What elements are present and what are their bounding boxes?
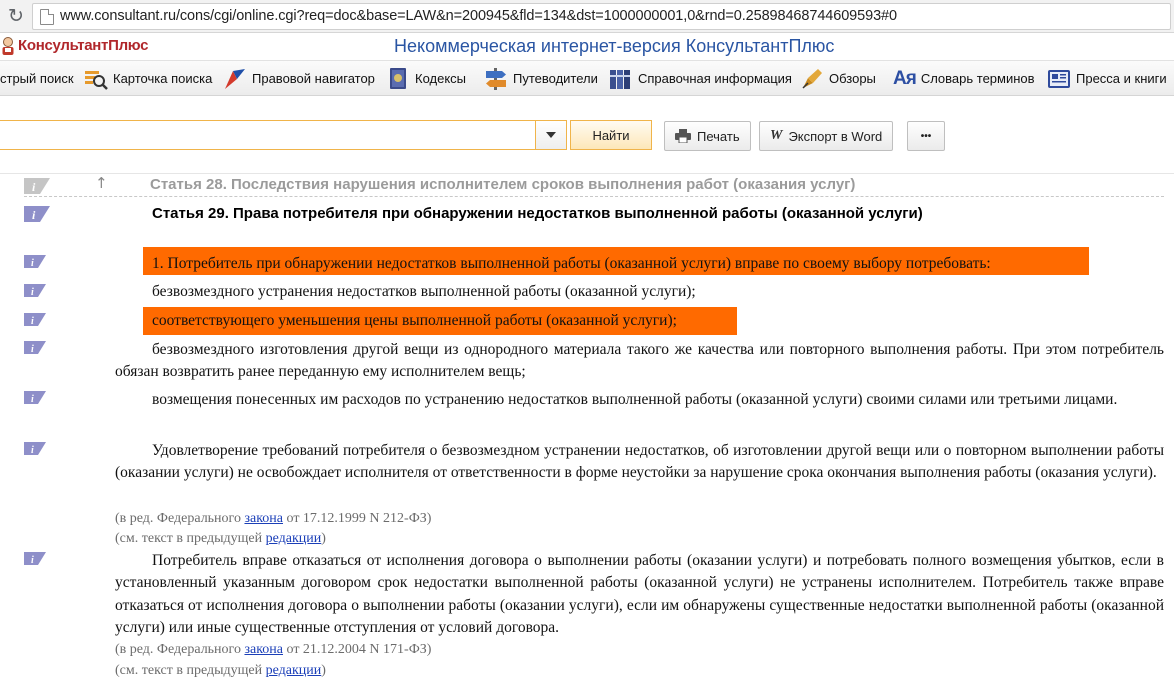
law-link[interactable]: закона — [244, 642, 283, 657]
svg-text:i: i — [31, 258, 34, 268]
nav-item-quick-search[interactable]: стрый поиск — [0, 61, 74, 96]
print-button[interactable]: Печать — [664, 121, 751, 151]
info-marker-icon[interactable]: i — [24, 391, 46, 404]
search-input[interactable] — [0, 120, 535, 150]
edition-note: (в ред. Федерального закона от 21.12.200… — [115, 642, 431, 658]
search-dropdown-button[interactable] — [535, 120, 567, 150]
prev-article-heading[interactable]: Статья 28. Последствия нарушения исполни… — [150, 176, 855, 193]
press-icon — [1048, 69, 1070, 88]
svg-text:i: i — [31, 394, 34, 404]
paragraph: Удовлетворение требований потребителя о … — [115, 442, 1164, 482]
nav-item-label: Пресса и книги — [1076, 71, 1167, 86]
document-content: i ↑ Статья 28. Последствия нарушения исп… — [0, 174, 1174, 682]
reload-icon[interactable]: ↻ — [4, 4, 28, 28]
svg-text:i: i — [31, 344, 34, 354]
search-toolbar: Найти Печать W Экспорт в Word ••• — [0, 97, 1174, 174]
paragraph: возмещения понесенных им расходов по уст… — [152, 391, 1118, 408]
consultant-logo-icon[interactable] — [0, 36, 16, 56]
info-marker-icon[interactable]: i — [24, 552, 46, 565]
info-marker-icon[interactable]: i — [24, 442, 46, 455]
dictionary-icon: Ая — [893, 67, 917, 89]
svg-text:i: i — [31, 287, 34, 297]
nav-item-label: Словарь терминов — [920, 71, 1035, 86]
nav-item-label: Кодексы — [415, 71, 467, 86]
paragraph: Потребитель вправе отказаться от исполне… — [115, 552, 1164, 637]
paragraph: безвозмездного устранения недостатков вы… — [152, 283, 696, 300]
site-title: Некоммерческая интернет-версия Консульта… — [394, 36, 835, 56]
law-link[interactable]: закона — [244, 511, 283, 526]
svg-text:i: i — [31, 316, 34, 326]
find-button[interactable]: Найти — [570, 120, 652, 150]
info-marker-icon[interactable]: i — [24, 341, 46, 354]
article-heading: Статья 29. Права потребителя при обнаруж… — [152, 205, 923, 222]
nav-item-press[interactable]: Пресса и книги — [1047, 61, 1167, 96]
chevron-down-icon — [546, 132, 556, 138]
paragraph: безвозмездного изготовления другой вещи … — [115, 341, 1164, 381]
note-text: от 21.12.2004 N 171-ФЗ) — [283, 642, 432, 657]
info-marker-icon[interactable]: i — [24, 284, 46, 297]
note-text: (см. текст в предыдущей — [115, 531, 266, 546]
url-field[interactable]: www.consultant.ru/cons/cgi/online.cgi?re… — [32, 3, 1171, 30]
edition-note: (см. текст в предыдущей редакции) — [115, 663, 326, 679]
main-nav: стрый поиск Карточка поиска Правовой нав… — [0, 60, 1174, 96]
note-text: (см. текст в предыдущей — [115, 663, 266, 678]
nav-item-label: стрый поиск — [0, 71, 74, 86]
paragraph: соответствующего уменьшения цены выполне… — [152, 312, 677, 329]
reference-icon — [610, 69, 630, 89]
divider — [24, 196, 1164, 197]
reviews-icon — [802, 68, 822, 89]
logo-text[interactable]: КонсультантПлюс — [18, 37, 148, 54]
note-text: ) — [321, 531, 326, 546]
nav-item-label: Обзоры — [829, 71, 876, 86]
paragraph: 1. Потребитель при обнаружении недостатк… — [152, 255, 991, 272]
page-icon — [40, 9, 54, 25]
nav-item-search-card[interactable]: Карточка поиска — [84, 61, 212, 96]
nav-item-reference[interactable]: Справочная информация — [609, 61, 792, 96]
nav-item-reviews[interactable]: Обзоры — [800, 61, 876, 96]
info-marker-icon[interactable]: i — [24, 205, 50, 223]
printer-icon — [675, 129, 691, 143]
nav-item-label: Справочная информация — [638, 71, 792, 86]
nav-item-label: Правовой навигатор — [252, 71, 375, 86]
print-button-label: Печать — [697, 128, 740, 144]
browser-address-bar: ↻ www.consultant.ru/cons/cgi/online.cgi?… — [0, 0, 1174, 33]
more-button[interactable]: ••• — [907, 121, 945, 151]
brand-bar: КонсультантПлюс Некоммерческая интернет-… — [0, 34, 1174, 60]
note-text: ) — [321, 663, 326, 678]
export-word-button[interactable]: W Экспорт в Word — [759, 121, 894, 151]
info-marker-icon[interactable]: i — [24, 313, 46, 326]
note-text: (в ред. Федерального — [115, 642, 245, 657]
edition-note: (в ред. Федерального закона от 17.12.199… — [115, 511, 431, 527]
edition-note: (см. текст в предыдущей редакции) — [115, 531, 326, 547]
export-word-label: Экспорт в Word — [788, 128, 883, 144]
up-arrow-icon[interactable]: ↑ — [95, 174, 108, 192]
info-marker-icon[interactable]: i — [24, 177, 50, 195]
nav-item-label: Путеводители — [513, 71, 598, 86]
note-text: (в ред. Федерального — [115, 511, 245, 526]
search-card-icon — [85, 70, 108, 90]
revision-link[interactable]: редакции — [266, 531, 322, 546]
nav-item-label: Карточка поиска — [113, 71, 213, 86]
nav-item-guides[interactable]: Путеводители — [484, 61, 598, 96]
svg-text:i: i — [31, 445, 34, 455]
word-icon: W — [770, 128, 783, 143]
svg-text:i: i — [31, 555, 34, 565]
legal-navigator-icon — [225, 68, 245, 89]
guides-icon — [486, 67, 506, 90]
nav-item-legal-navigator[interactable]: Правовой навигатор — [223, 61, 375, 96]
nav-item-dictionary[interactable]: Ая Словарь терминов — [893, 61, 1035, 96]
codes-icon — [390, 67, 406, 89]
revision-link[interactable]: редакции — [266, 663, 322, 678]
nav-item-codes[interactable]: Кодексы — [388, 61, 466, 96]
url-text[interactable]: www.consultant.ru/cons/cgi/online.cgi?re… — [60, 8, 897, 24]
info-marker-icon[interactable]: i — [24, 255, 46, 268]
note-text: от 17.12.1999 N 212-ФЗ) — [283, 511, 432, 526]
